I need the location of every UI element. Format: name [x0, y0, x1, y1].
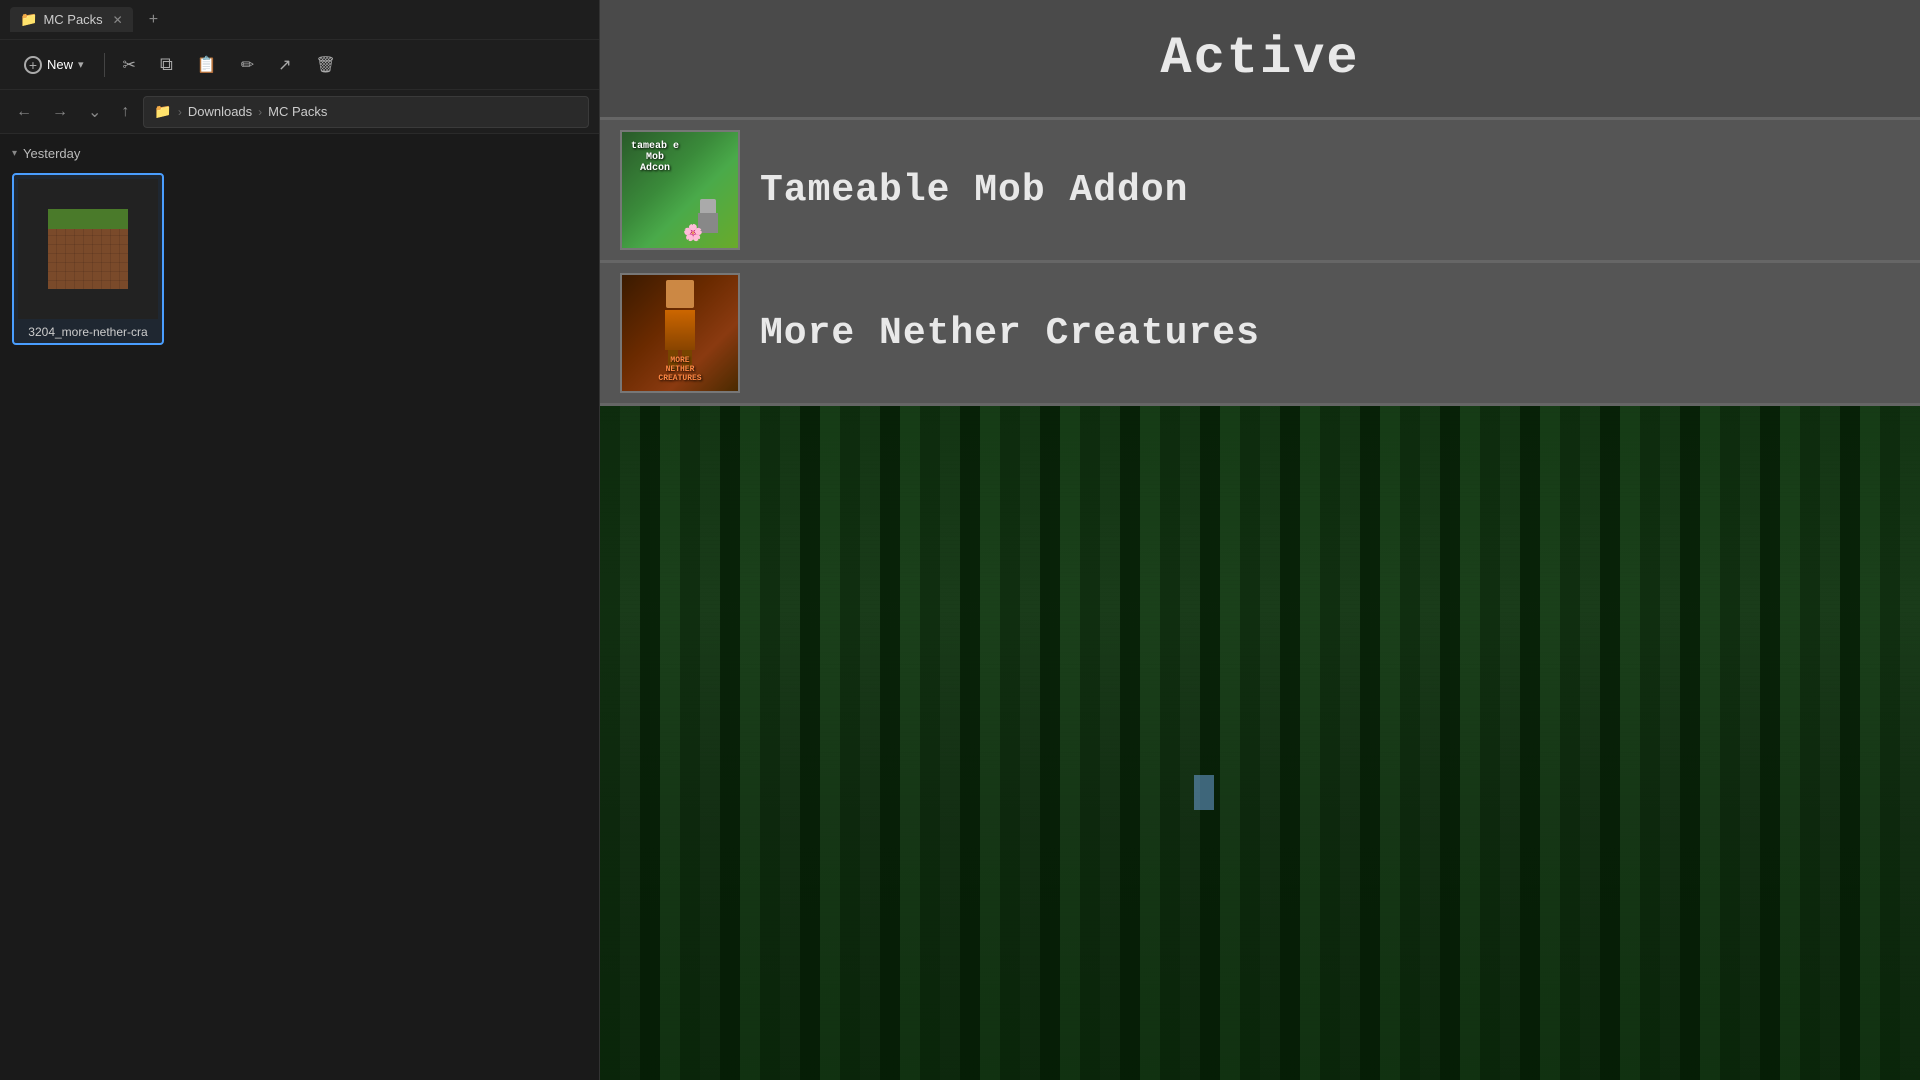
dirt-main	[48, 229, 128, 289]
copy-icon: ⧉	[160, 54, 173, 75]
back-button[interactable]: ←	[10, 99, 38, 125]
nav-dropdown-button[interactable]: ⌄	[82, 98, 107, 126]
file-grid: 3204_more-nether-cra	[12, 173, 587, 345]
delete-button[interactable]: 🗑	[306, 50, 346, 80]
breadcrumb-mc-packs[interactable]: MC Packs	[268, 104, 327, 119]
dirt-block-icon	[48, 209, 128, 289]
file-thumbnail	[18, 179, 158, 319]
yesterday-section-header[interactable]: ▾ Yesterday	[12, 146, 587, 161]
nether-mob-body	[665, 310, 695, 350]
addon-item-nether[interactable]: MORENETHERCREATURES More Nether Creature…	[600, 263, 1920, 406]
toolbar: + New ▾ ✂ ⧉ 📋 ✏ ↗ 🗑	[0, 40, 599, 90]
tameable-thumbnail: tameab eMobAdcon 🌸	[620, 130, 740, 250]
active-title: Active	[1160, 29, 1359, 88]
file-content-area: ▾ Yesterday 3204_more-nether-cra	[0, 134, 599, 1080]
share-button[interactable]: ↗	[268, 50, 301, 80]
rename-icon: ✏	[241, 55, 254, 75]
mc-player-figure	[1194, 775, 1214, 810]
minecraft-panel: Active tameab eMobAdcon 🌸 Tameable Mob A…	[600, 0, 1920, 1080]
paste-icon: 📋	[197, 55, 217, 75]
tab-close-button[interactable]: ✕	[113, 13, 123, 27]
explorer-tab[interactable]: 📁 MC Packs ✕	[10, 7, 133, 32]
mc-trees	[600, 406, 1920, 1080]
section-chevron-icon: ▾	[12, 148, 17, 159]
file-name-label: 3204_more-nether-cra	[28, 325, 147, 339]
nether-mob-head	[666, 280, 694, 308]
nether-thumb-label: MORENETHERCREATURES	[626, 356, 734, 383]
addon-item-tameable[interactable]: tameab eMobAdcon 🌸 Tameable Mob Addon	[600, 120, 1920, 263]
nether-thumbnail: MORENETHERCREATURES	[620, 273, 740, 393]
paste-button[interactable]: 📋	[187, 50, 227, 80]
nether-addon-name: More Nether Creatures	[760, 312, 1260, 355]
breadcrumb[interactable]: 📁 › Downloads › MC Packs	[143, 96, 589, 128]
file-explorer: 📁 MC Packs ✕ + + New ▾ ✂ ⧉ 📋 ✏ ↗ 🗑	[0, 0, 600, 1080]
tameable-addon-name: Tameable Mob Addon	[760, 169, 1188, 212]
breadcrumb-folder-icon: 📁	[154, 103, 171, 120]
tameable-thumb-label: tameab eMobAdcon	[626, 136, 684, 179]
tab-folder-icon: 📁	[20, 11, 37, 28]
breadcrumb-sep-1: ›	[178, 105, 182, 119]
toolbar-separator-1	[104, 53, 105, 77]
new-circle-icon: +	[24, 56, 42, 74]
delete-icon: 🗑	[316, 55, 336, 75]
new-button[interactable]: + New ▾	[12, 51, 96, 79]
cut-button[interactable]: ✂	[113, 50, 146, 80]
file-item[interactable]: 3204_more-nether-cra	[12, 173, 164, 345]
new-label: New	[47, 57, 73, 72]
tab-title: MC Packs	[43, 12, 102, 27]
active-header: Active	[600, 0, 1920, 120]
breadcrumb-downloads[interactable]: Downloads	[188, 104, 252, 119]
address-bar: ← → ⌄ ↑ 📁 › Downloads › MC Packs	[0, 90, 599, 134]
breadcrumb-sep-2: ›	[258, 105, 262, 119]
title-bar: 📁 MC Packs ✕ +	[0, 0, 599, 40]
up-button[interactable]: ↑	[115, 99, 135, 125]
mc-background-scene	[600, 406, 1920, 1080]
rename-button[interactable]: ✏	[231, 50, 264, 80]
cut-icon: ✂	[123, 55, 136, 75]
section-label: Yesterday	[23, 146, 80, 161]
dirt-top	[48, 209, 128, 229]
copy-button[interactable]: ⧉	[150, 49, 183, 80]
share-icon: ↗	[278, 55, 291, 75]
flower-decoration: 🌸	[683, 223, 703, 243]
addon-list: tameab eMobAdcon 🌸 Tameable Mob Addon	[600, 120, 1920, 406]
new-chevron-icon: ▾	[78, 58, 84, 71]
new-tab-button[interactable]: +	[141, 7, 166, 33]
forward-button[interactable]: →	[46, 99, 74, 125]
